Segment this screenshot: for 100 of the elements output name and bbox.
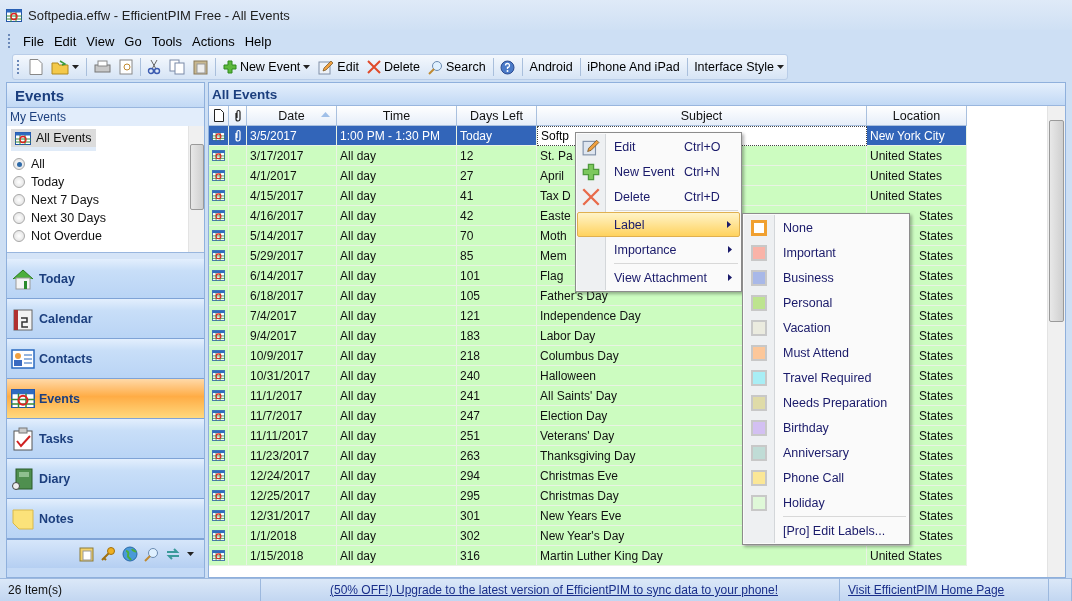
row-marker[interactable] xyxy=(209,266,229,286)
submenu-item[interactable]: Importance xyxy=(577,237,740,262)
row-marker[interactable] xyxy=(209,466,229,486)
row-marker[interactable] xyxy=(209,386,229,406)
globe-icon[interactable] xyxy=(122,546,138,562)
column-header[interactable] xyxy=(209,106,229,126)
submenu-item[interactable]: Label xyxy=(577,212,740,237)
radio-button[interactable] xyxy=(13,194,25,206)
toolbar-button[interactable]: Android xyxy=(526,58,576,76)
toolbar-button[interactable]: iPhone And iPad xyxy=(584,58,683,76)
toolbar-button[interactable]: Edit xyxy=(315,57,362,77)
menu-item[interactable]: Help xyxy=(240,31,276,51)
radio-label[interactable]: All xyxy=(31,157,45,171)
toolbar-button[interactable]: New Event xyxy=(219,58,314,76)
table-cell: Today xyxy=(457,126,537,146)
nav-button[interactable]: Notes xyxy=(7,499,204,539)
column-header[interactable]: Date xyxy=(247,106,337,126)
submenu-item[interactable]: View Attachment xyxy=(577,265,740,290)
menu-item[interactable]: Edit xyxy=(49,31,81,51)
row-marker[interactable] xyxy=(209,166,229,186)
nav-button[interactable]: Diary xyxy=(7,459,204,499)
splitter-handle[interactable] xyxy=(7,252,204,259)
paste-icon[interactable] xyxy=(193,59,209,75)
upgrade-link[interactable]: (50% OFF!) Upgrade to the latest version of EfficientPIM to sync data to your phone! xyxy=(330,583,778,597)
menu-item[interactable]: View xyxy=(82,31,119,51)
nav-button[interactable]: Today xyxy=(7,259,204,299)
menu-item[interactable]: Go xyxy=(120,31,146,51)
nav-button[interactable]: Tasks xyxy=(7,419,204,459)
column-header[interactable] xyxy=(229,106,247,126)
table-cell: 12/25/2017 xyxy=(247,486,337,506)
search-icon[interactable] xyxy=(144,546,159,562)
toolbar-button[interactable]: Interface Style xyxy=(691,58,788,76)
cut-icon[interactable] xyxy=(147,59,162,75)
calendar-icon xyxy=(11,306,35,331)
menu-item[interactable]: Actions xyxy=(188,31,239,51)
printer-icon[interactable] xyxy=(93,59,111,75)
menu-item[interactable]: Tools xyxy=(147,31,186,51)
help-icon[interactable] xyxy=(500,59,516,75)
row-marker[interactable] xyxy=(209,246,229,266)
row-marker[interactable] xyxy=(209,226,229,246)
table-cell: All day xyxy=(337,386,457,406)
row-marker[interactable] xyxy=(209,506,229,526)
menu-item[interactable]: Delete Ctrl+D xyxy=(577,184,740,209)
menu-item[interactable]: New Event Ctrl+N xyxy=(577,159,740,184)
key-icon[interactable] xyxy=(100,546,116,562)
nav-button[interactable]: Events xyxy=(7,379,204,419)
scrollbar[interactable] xyxy=(188,126,204,252)
row-marker[interactable] xyxy=(209,486,229,506)
radio-button[interactable] xyxy=(13,158,25,170)
homepage-link[interactable]: Visit EfficientPIM Home Page xyxy=(848,583,1005,597)
table-cell: 4/1/2017 xyxy=(247,166,337,186)
row-marker[interactable] xyxy=(209,526,229,546)
sidebar-item[interactable]: All Events xyxy=(11,129,96,151)
row-marker[interactable] xyxy=(209,406,229,426)
row-marker[interactable] xyxy=(209,326,229,346)
row-marker[interactable] xyxy=(209,126,229,146)
table-cell: 101 xyxy=(457,266,537,286)
folder-icon[interactable] xyxy=(51,59,70,75)
radio-button[interactable] xyxy=(13,176,25,188)
menu-item[interactable]: Holiday xyxy=(744,490,908,515)
table-cell: 4/16/2017 xyxy=(247,206,337,226)
row-marker[interactable] xyxy=(209,146,229,166)
row-marker[interactable] xyxy=(209,546,229,566)
table-cell: 105 xyxy=(457,286,537,306)
table-cell: United States xyxy=(867,166,967,186)
print-preview-icon[interactable] xyxy=(118,59,133,75)
table-cell: All day xyxy=(337,206,457,226)
nav-button[interactable]: Calendar xyxy=(7,299,204,339)
column-header[interactable]: Days Left xyxy=(457,106,537,126)
table-cell: New York City xyxy=(867,126,967,146)
clipboard-icon[interactable] xyxy=(79,546,94,562)
column-header[interactable]: Location xyxy=(867,106,967,126)
radio-button[interactable] xyxy=(13,212,25,224)
table-cell: 42 xyxy=(457,206,537,226)
toolbar-button[interactable]: Delete xyxy=(363,58,424,76)
column-header[interactable]: Subject xyxy=(537,106,867,126)
row-marker[interactable] xyxy=(209,346,229,366)
toolbar-button[interactable]: Search xyxy=(425,57,489,77)
radio-button[interactable] xyxy=(13,230,25,242)
menu-item[interactable]: File xyxy=(19,31,48,51)
row-marker[interactable] xyxy=(209,206,229,226)
row-marker[interactable] xyxy=(209,446,229,466)
row-marker[interactable] xyxy=(209,366,229,386)
scrollbar[interactable] xyxy=(1047,106,1065,577)
radio-label[interactable]: Not Overdue xyxy=(31,229,102,243)
menu-item[interactable]: Edit Ctrl+O xyxy=(577,134,740,159)
table-cell: 11/7/2017 xyxy=(247,406,337,426)
radio-label[interactable]: Today xyxy=(31,175,65,189)
row-marker[interactable] xyxy=(209,186,229,206)
new-document-icon[interactable] xyxy=(29,59,44,75)
row-marker[interactable] xyxy=(209,426,229,446)
paperclip-icon xyxy=(233,109,242,122)
column-header[interactable]: Time xyxy=(337,106,457,126)
row-marker[interactable] xyxy=(209,306,229,326)
radio-label[interactable]: Next 30 Days xyxy=(31,211,107,225)
cell-text: Martin Luther King Day xyxy=(540,548,663,563)
nav-button[interactable]: Contacts xyxy=(7,339,204,379)
row-marker[interactable] xyxy=(209,286,229,306)
menu-item[interactable]: [Pro] Edit Labels... xyxy=(744,518,908,543)
radio-label[interactable]: Next 7 Days xyxy=(31,193,100,207)
